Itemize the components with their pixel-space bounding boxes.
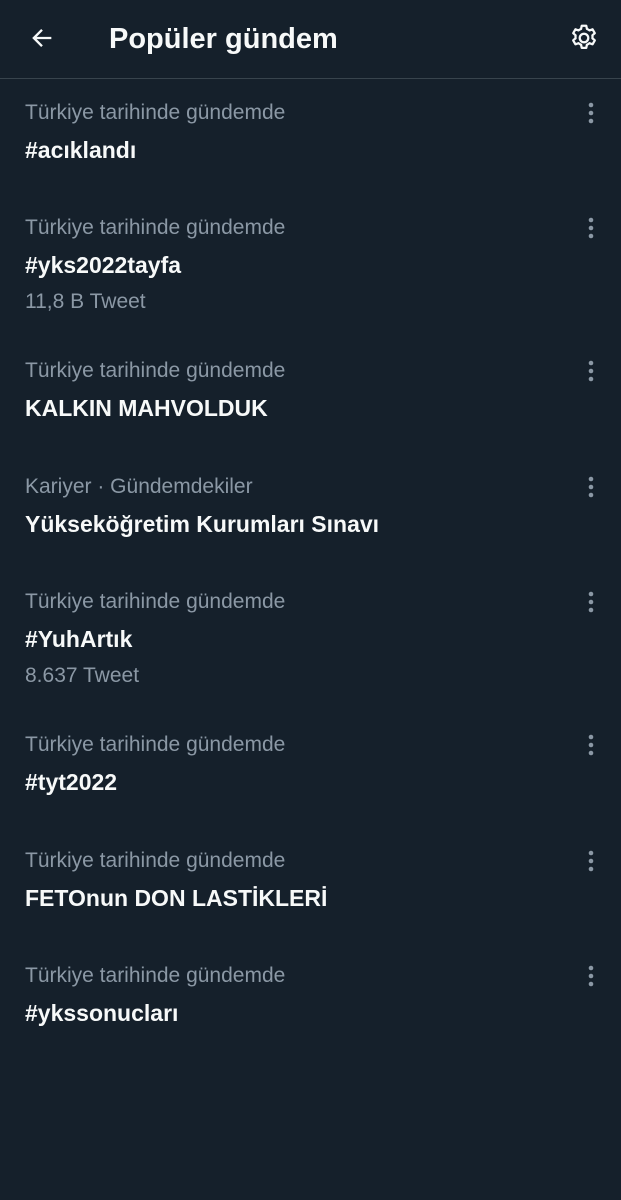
- more-vertical-icon: [588, 360, 594, 382]
- trend-name: Yükseköğretim Kurumları Sınavı: [25, 511, 380, 537]
- trend-tweet-count: 8.637 Tweet: [25, 664, 140, 687]
- trend-name: #ykssonucları: [25, 1000, 179, 1026]
- more-options-button[interactable]: [576, 470, 606, 504]
- more-options-button[interactable]: [576, 585, 606, 619]
- trend-name: #YuhArtık: [25, 626, 133, 652]
- trend-context: Türkiye tarihinde gündemde: [25, 359, 286, 382]
- trend-context: Türkiye tarihinde gündemde: [25, 733, 286, 756]
- more-vertical-icon: [588, 591, 594, 613]
- more-options-button[interactable]: [576, 354, 606, 388]
- more-vertical-icon: [588, 102, 594, 124]
- trend-context: Kariyer · Gündemdekiler: [25, 475, 253, 498]
- page-title: Popüler gündem: [109, 23, 338, 55]
- settings-button[interactable]: [563, 17, 605, 59]
- more-vertical-icon: [588, 217, 594, 239]
- trend-context: Türkiye tarihinde gündemde: [25, 590, 286, 613]
- more-options-button[interactable]: [576, 96, 606, 130]
- trend-context: Türkiye tarihinde gündemde: [25, 849, 286, 872]
- trend-name: FETOnun DON LASTİKLERİ: [25, 885, 328, 911]
- trend-name: #acıklandı: [25, 137, 137, 163]
- gear-icon: [572, 24, 596, 49]
- more-options-button[interactable]: [576, 728, 606, 762]
- trend-context: Türkiye tarihinde gündemde: [25, 216, 286, 239]
- trend-name: KALKIN MAHVOLDUK: [25, 395, 268, 421]
- more-vertical-icon: [588, 850, 594, 872]
- more-vertical-icon: [588, 476, 594, 498]
- more-options-button[interactable]: [576, 211, 606, 245]
- trend-context: Türkiye tarihinde gündemde: [25, 101, 286, 124]
- more-options-button[interactable]: [576, 959, 606, 993]
- more-vertical-icon: [588, 965, 594, 987]
- more-vertical-icon: [588, 734, 594, 756]
- top-app-bar: Popüler gündem: [0, 0, 621, 79]
- trend-context: Türkiye tarihinde gündemde: [25, 964, 286, 987]
- back-button[interactable]: [22, 18, 62, 58]
- more-options-button[interactable]: [576, 844, 606, 878]
- arrow-left-icon: [32, 29, 52, 47]
- trend-name: #yks2022tayfa: [25, 252, 182, 278]
- trend-name: #tyt2022: [25, 769, 118, 795]
- trend-tweet-count: 11,8 B Tweet: [25, 290, 146, 313]
